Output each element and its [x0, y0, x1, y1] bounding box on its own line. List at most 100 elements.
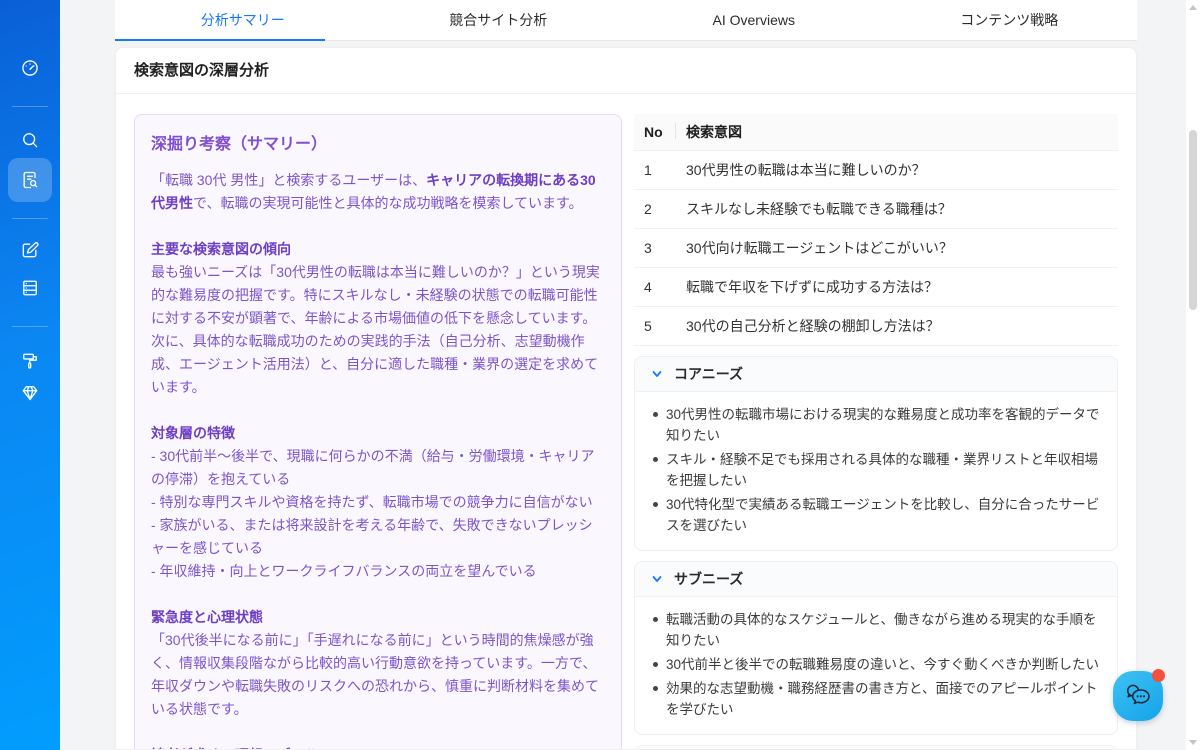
gem-icon — [20, 383, 40, 408]
server-icon — [20, 278, 40, 303]
list-item: 転職活動の具体的なスケジュールと、働きながら進める現実的な手順を知りたい — [651, 609, 1101, 651]
summary-section-heading: 読者が求める理想のゴール — [151, 744, 605, 750]
chat-widget-button[interactable] — [1113, 671, 1163, 721]
row-number-cell: 1 — [634, 151, 676, 190]
summary-section: 主要な検索意図の傾向 最も強いニーズは「30代男性の転職は本当に難しいのか？」と… — [151, 238, 605, 399]
column-header-intent: 検索意図 — [676, 114, 1118, 151]
table-body: 1 30代男性の転職は本当に難しいのか？ 2 スキルなし未経験でも転職できる職種… — [634, 151, 1118, 346]
panel-core-needs: コアニーズ 30代男性の転職市場における現実的な難易度と成功率を客観的データで知… — [634, 356, 1118, 551]
intent-cell: 30代男性の転職は本当に難しいのか？ — [676, 151, 1118, 190]
summary-intro-text: 「転職 30代 男性」と検索するユーザーは、 — [151, 172, 426, 188]
table-row: 1 30代男性の転職は本当に難しいのか？ — [634, 151, 1118, 190]
tab-label: AI Overviews — [713, 12, 795, 28]
tab-content-strategy[interactable]: コンテンツ戦略 — [882, 0, 1138, 40]
search-intent-table: No 検索意図 1 30代男性の転職は本当に難しいのか？ 2 スキ — [634, 114, 1118, 346]
page-title: 検索意図の深層分析 — [116, 48, 1136, 94]
table-row: 4 転職で年収を下げずに成功する方法は？ — [634, 268, 1118, 307]
table-row: 3 30代向け転職エージェントはどこがいい？ — [634, 229, 1118, 268]
dashboard-icon — [20, 58, 40, 83]
panel-header-core-needs[interactable]: コアニーズ — [635, 357, 1117, 392]
row-number-cell: 2 — [634, 190, 676, 229]
tab-label: 分析サマリー — [201, 10, 285, 30]
chevron-down-icon — [651, 573, 663, 585]
list-item: 30代前半と後半での転職難易度の違いと、今すぐ動くべきか判断したい — [651, 654, 1101, 675]
summary-line: - 特別な専門スキルや資格を持たず、転職市場での競争力に自信がない — [151, 491, 605, 514]
panel-header-searcher-issues[interactable]: 検索者の課題 — [635, 746, 1117, 750]
sidebar-divider — [12, 106, 48, 107]
scrollbar-thumb[interactable] — [1189, 130, 1197, 310]
active-tab-indicator — [115, 39, 325, 41]
sidebar-item-dashboard[interactable] — [20, 60, 40, 80]
tab-label: コンテンツ戦略 — [960, 10, 1058, 30]
chevron-down-icon — [651, 368, 663, 380]
intent-cell: 30代の自己分析と経験の棚卸し方法は？ — [676, 307, 1118, 346]
intent-analysis-card: 検索意図の深層分析 深掘り考察（サマリー） 「転職 30代 男性」と検索するユー… — [115, 47, 1137, 750]
sidebar-item-intent-analysis[interactable] — [8, 158, 52, 202]
summary-intro: 「転職 30代 男性」と検索するユーザーは、キャリアの転換期にある30代男性で、… — [151, 169, 605, 215]
intent-cell: スキルなし未経験でも転職できる職種は？ — [676, 190, 1118, 229]
panel-title: サブニーズ — [674, 569, 743, 589]
row-number-cell: 5 — [634, 307, 676, 346]
paint-roller-icon — [20, 351, 40, 376]
sidebar-item-search[interactable] — [20, 132, 40, 152]
summary-section: 読者が求める理想のゴール - 30代でも採用される現実的な転職先の選択肢を知る-… — [151, 744, 605, 750]
panel-sub-needs: サブニーズ 転職活動の具体的なスケジュールと、働きながら進める現実的な手順を知り… — [634, 561, 1118, 735]
summary-section: 対象層の特徴 - 30代前半〜後半で、現職に何らかの不満（給与・労働環境・キャリ… — [151, 422, 605, 583]
row-number-cell: 4 — [634, 268, 676, 307]
list-item: 30代特化型で実績ある転職エージェントを比較し、自分に合ったサービスを選びたい — [651, 494, 1101, 536]
summary-section-lines: 「30代後半になる前に」「手遅れになる前に」という時間的焦燥感が強く、情報収集段… — [151, 629, 605, 721]
summary-intro-text: で、転職の実現可能性と具体的な成功戦略を模索しています。 — [193, 195, 583, 211]
summary-section-heading: 主要な検索意図の傾向 — [151, 238, 605, 261]
summary-section-lines: - 30代前半〜後半で、現職に何らかの不満（給与・労働環境・キャリアの停滞）を抱… — [151, 445, 605, 583]
list-item: スキル・経験不足でも採用される具体的な職種・業界リストと年収相場を把握したい — [651, 449, 1101, 491]
document-search-icon — [20, 170, 40, 190]
tab-label: 競合サイト分析 — [449, 10, 547, 30]
search-icon — [20, 130, 40, 155]
bullet-list: 30代男性の転職市場における現実的な難易度と成功率を客観的データで知りたいスキル… — [651, 404, 1101, 536]
tab-bar: 分析サマリー 競合サイト分析 AI Overviews コンテンツ戦略 — [115, 0, 1137, 41]
intent-cell: 30代向け転職エージェントはどこがいい？ — [676, 229, 1118, 268]
notification-dot — [1152, 669, 1165, 682]
sidebar — [0, 0, 60, 750]
summary-section-heading: 緊急度と心理状態 — [151, 606, 605, 629]
tab-ai-overviews[interactable]: AI Overviews — [626, 0, 882, 40]
sidebar-item-premium[interactable] — [20, 385, 40, 405]
summary-line: - 30代前半〜後半で、現職に何らかの不満（給与・労働環境・キャリアの停滞）を抱… — [151, 445, 605, 491]
row-number-cell: 3 — [634, 229, 676, 268]
sidebar-item-design[interactable] — [20, 353, 40, 373]
list-item: 30代男性の転職市場における現実的な難易度と成功率を客観的データで知りたい — [651, 404, 1101, 446]
scroll-down-arrow[interactable] — [1189, 740, 1197, 745]
edit-icon — [20, 240, 40, 265]
right-column: No 検索意図 1 30代男性の転職は本当に難しいのか？ 2 スキ — [634, 114, 1118, 750]
sidebar-divider — [12, 326, 48, 327]
summary-line: 最も強いニーズは「30代男性の転職は本当に難しいのか？」という現実的な難易度の把… — [151, 261, 605, 399]
column-header-no: No — [634, 114, 676, 151]
scroll-up-arrow[interactable] — [1189, 5, 1197, 10]
table-row: 5 30代の自己分析と経験の棚卸し方法は？ — [634, 307, 1118, 346]
panel-title: コアニーズ — [674, 364, 743, 384]
list-item: 効果的な志望動機・職務経歴書の書き方と、面接でのアピールポイントを学びたい — [651, 678, 1101, 720]
summary-line: 「30代後半になる前に」「手遅れになる前に」という時間的焦燥感が強く、情報収集段… — [151, 629, 605, 721]
panel-body: 30代男性の転職市場における現実的な難易度と成功率を客観的データで知りたいスキル… — [635, 392, 1117, 550]
summary-panel: 深掘り考察（サマリー） 「転職 30代 男性」と検索するユーザーは、キャリアの転… — [134, 114, 622, 750]
table-header-row: No 検索意図 — [634, 114, 1118, 151]
sidebar-item-articles[interactable] — [20, 280, 40, 300]
intent-cell: 転職で年収を下げずに成功する方法は？ — [676, 268, 1118, 307]
summary-line: - 年収維持・向上とワークライフバランスの両立を望んでいる — [151, 560, 605, 583]
summary-section-heading: 対象層の特徴 — [151, 422, 605, 445]
panel-header-sub-needs[interactable]: サブニーズ — [635, 562, 1117, 597]
card-body: 深掘り考察（サマリー） 「転職 30代 男性」と検索するユーザーは、キャリアの転… — [116, 94, 1136, 750]
tab-competitor-analysis[interactable]: 競合サイト分析 — [371, 0, 627, 40]
summary-section: 緊急度と心理状態 「30代後半になる前に」「手遅れになる前に」という時間的焦燥感… — [151, 606, 605, 721]
sidebar-divider — [12, 218, 48, 219]
bullet-list: 転職活動の具体的なスケジュールと、働きながら進める現実的な手順を知りたい 30代前… — [651, 609, 1101, 720]
panel-body: 転職活動の具体的なスケジュールと、働きながら進める現実的な手順を知りたい 30代前… — [635, 597, 1117, 734]
summary-line: - 家族がいる、または将来設計を考える年齢で、失敗できないプレッシャーを感じてい… — [151, 514, 605, 560]
summary-section-lines: 最も強いニーズは「30代男性の転職は本当に難しいのか？」という現実的な難易度の把… — [151, 261, 605, 399]
sidebar-item-editor[interactable] — [20, 242, 40, 262]
table-row: 2 スキルなし未経験でも転職できる職種は？ — [634, 190, 1118, 229]
tab-analysis-summary[interactable]: 分析サマリー — [115, 0, 371, 40]
summary-panel-title: 深掘り考察（サマリー） — [151, 133, 605, 156]
page-scrollbar — [1186, 0, 1200, 750]
chat-bubbles-icon — [1121, 679, 1155, 713]
